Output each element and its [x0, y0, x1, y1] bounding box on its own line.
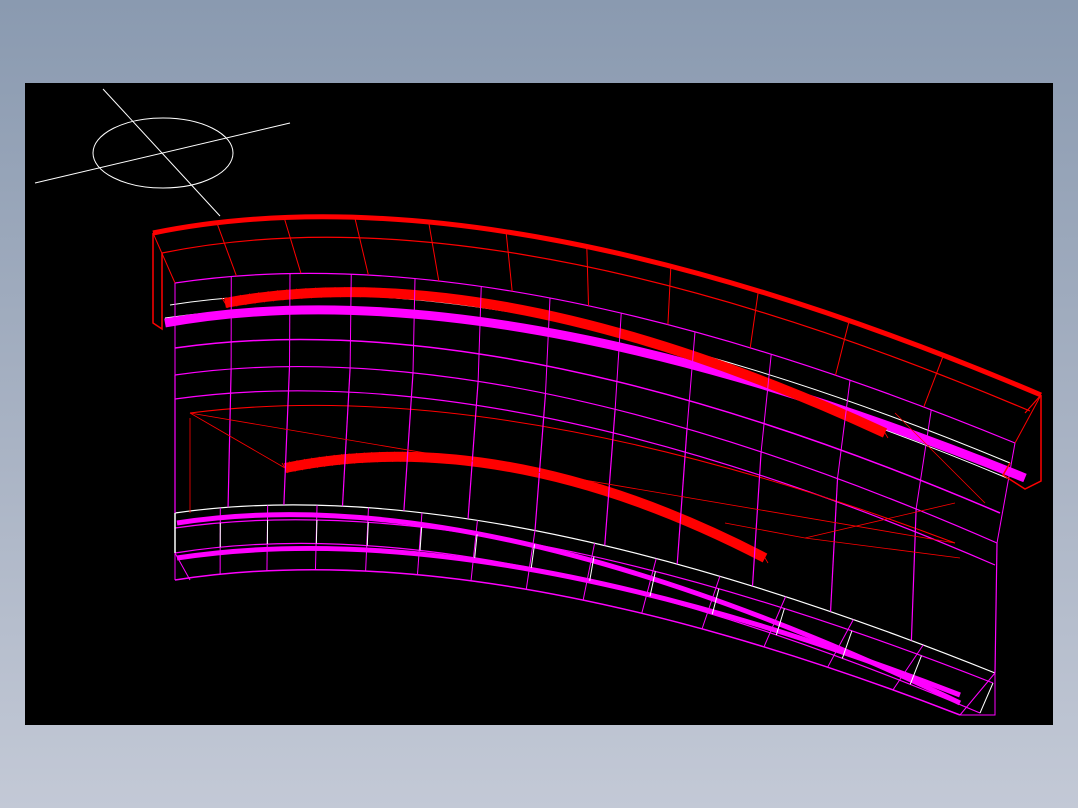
main-rib — [283, 366, 291, 505]
main-rib — [403, 372, 414, 511]
top-rib — [586, 246, 590, 306]
top-rib — [667, 266, 672, 325]
ucs-ellipse-crosshair-icon[interactable] — [34, 88, 291, 217]
top-rib — [152, 232, 176, 284]
main-rib — [910, 508, 917, 641]
top-rib — [283, 217, 302, 274]
wireframe-group — [152, 214, 1042, 716]
lower-rib — [470, 520, 478, 581]
lower-rib — [641, 558, 657, 614]
upper-rib — [837, 380, 851, 479]
upper-band-arc-1 — [174, 272, 1016, 444]
lower-white-rib — [649, 571, 656, 597]
outer-top-arc — [152, 214, 1042, 398]
top-rib — [505, 231, 513, 292]
upper-rib — [289, 273, 291, 367]
lower-band-arc-4 — [174, 568, 961, 716]
main-rib — [227, 368, 232, 508]
top-rib — [1014, 394, 1042, 444]
top-rib — [835, 320, 850, 376]
main-rib — [341, 367, 351, 507]
lower-band-arc-3 — [174, 542, 981, 714]
construction-line — [804, 502, 956, 539]
lower-rib — [525, 530, 536, 590]
middle-red-arc — [189, 404, 956, 544]
main-rib — [829, 478, 839, 612]
main-rib — [994, 542, 998, 674]
left-end-cap — [152, 233, 163, 331]
main-rib — [604, 409, 616, 546]
lower-white-rib — [315, 519, 318, 544]
upper-rib — [996, 442, 1016, 544]
upper-rib — [760, 354, 772, 452]
upper-rib — [915, 409, 932, 510]
lower-band-arc-2 — [174, 519, 994, 684]
main-rib — [751, 451, 762, 587]
upper-band-arc-2 — [169, 294, 1011, 464]
construction-line — [189, 412, 956, 544]
top-rib — [923, 355, 944, 408]
main-rib — [467, 381, 479, 519]
top-rib — [428, 221, 440, 282]
lower-rib — [582, 543, 596, 601]
left-end-edge — [174, 283, 191, 581]
construction-line — [724, 522, 806, 539]
lower-rib — [959, 672, 996, 716]
cad-viewport[interactable] — [25, 83, 1053, 725]
upper-rib — [686, 331, 696, 429]
lower-white-rib — [979, 682, 994, 714]
top-rib — [749, 290, 759, 348]
ucs-axis-short — [102, 88, 221, 217]
top-rib — [216, 222, 237, 277]
main-rib — [534, 393, 547, 531]
wireframe-drawing — [34, 88, 1042, 716]
top-rib — [354, 217, 369, 276]
